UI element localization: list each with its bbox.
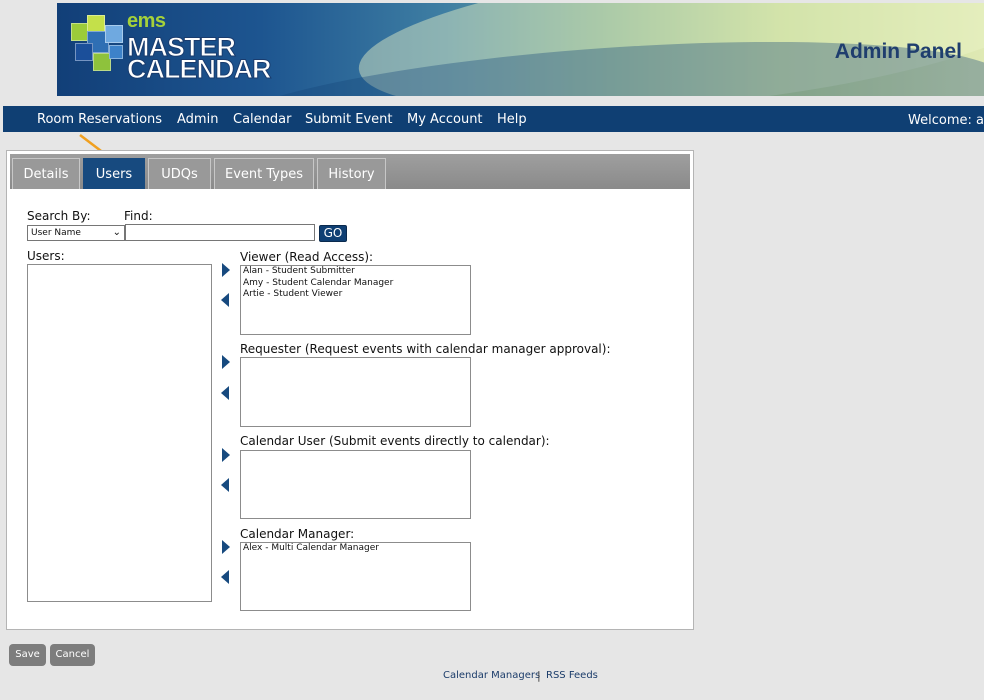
add-calendar-user-arrow-icon[interactable] [222, 448, 230, 462]
calendar-manager-listbox[interactable]: Alex - Multi Calendar Manager [240, 542, 471, 611]
cancel-button[interactable]: Cancel [50, 644, 95, 666]
add-requester-arrow-icon[interactable] [222, 355, 230, 369]
remove-requester-arrow-icon[interactable] [221, 386, 229, 400]
welcome-text: Welcome: a [908, 113, 984, 128]
remove-calendar-manager-arrow-icon[interactable] [221, 570, 229, 584]
add-calendar-manager-arrow-icon[interactable] [222, 540, 230, 554]
tab-bar: Details Users UDQs Event Types History [10, 154, 690, 189]
find-input[interactable] [125, 224, 315, 241]
main-nav: Room Reservations Admin Calendar Submit … [3, 106, 984, 132]
logo-ems-text: ems [127, 10, 166, 32]
search-by-value: User Name [31, 228, 81, 238]
requester-label: Requester (Request events with calendar … [240, 342, 611, 356]
footer-link-calendar-managers[interactable]: Calendar Managers [443, 670, 540, 681]
add-viewer-arrow-icon[interactable] [222, 263, 230, 277]
list-item[interactable]: Artie - Student Viewer [241, 289, 470, 301]
viewer-label: Viewer (Read Access): [240, 250, 374, 264]
save-button[interactable]: Save [9, 644, 46, 666]
calendar-user-listbox[interactable] [240, 450, 471, 519]
users-panel: Details Users UDQs Event Types History S… [6, 150, 694, 630]
footer-separator: | [537, 669, 541, 682]
nav-room-reservations[interactable]: Room Reservations [37, 106, 162, 132]
list-item[interactable]: Alex - Multi Calendar Manager [241, 543, 470, 555]
list-item[interactable]: Alan - Student Submitter [241, 266, 470, 278]
tab-event-types[interactable]: Event Types [214, 158, 314, 189]
tab-udqs[interactable]: UDQs [148, 158, 211, 189]
chevron-down-icon: ⌄ [112, 227, 121, 238]
nav-calendar[interactable]: Calendar [233, 106, 291, 132]
tab-details[interactable]: Details [12, 158, 80, 189]
admin-panel-title: Admin Panel [834, 40, 962, 63]
tab-users[interactable]: Users [83, 158, 145, 189]
search-by-select[interactable]: User Name ⌄ [27, 225, 125, 241]
nav-my-account[interactable]: My Account [407, 106, 483, 132]
calendar-user-label: Calendar User (Submit events directly to… [240, 434, 550, 448]
logo-calendar-text: CALENDAR [127, 54, 272, 84]
header-banner: ems MASTER CALENDAR Admin Panel [57, 3, 984, 96]
ems-logo-icon [71, 15, 127, 73]
list-item[interactable]: Amy - Student Calendar Manager [241, 278, 470, 290]
nav-help[interactable]: Help [497, 106, 527, 132]
tab-history[interactable]: History [317, 158, 386, 189]
footer-link-rss-feeds[interactable]: RSS Feeds [546, 670, 598, 681]
calendar-manager-label: Calendar Manager: [240, 527, 355, 541]
nav-admin[interactable]: Admin [177, 106, 218, 132]
remove-viewer-arrow-icon[interactable] [221, 293, 229, 307]
requester-listbox[interactable] [240, 357, 471, 427]
search-by-label: Search By: [27, 209, 91, 223]
remove-calendar-user-arrow-icon[interactable] [221, 478, 229, 492]
users-listbox[interactable] [27, 264, 212, 602]
nav-submit-event[interactable]: Submit Event [305, 106, 393, 132]
go-button[interactable]: GO [319, 225, 347, 242]
users-label: Users: [27, 249, 65, 263]
find-label: Find: [124, 209, 153, 223]
viewer-listbox[interactable]: Alan - Student Submitter Amy - Student C… [240, 265, 471, 335]
